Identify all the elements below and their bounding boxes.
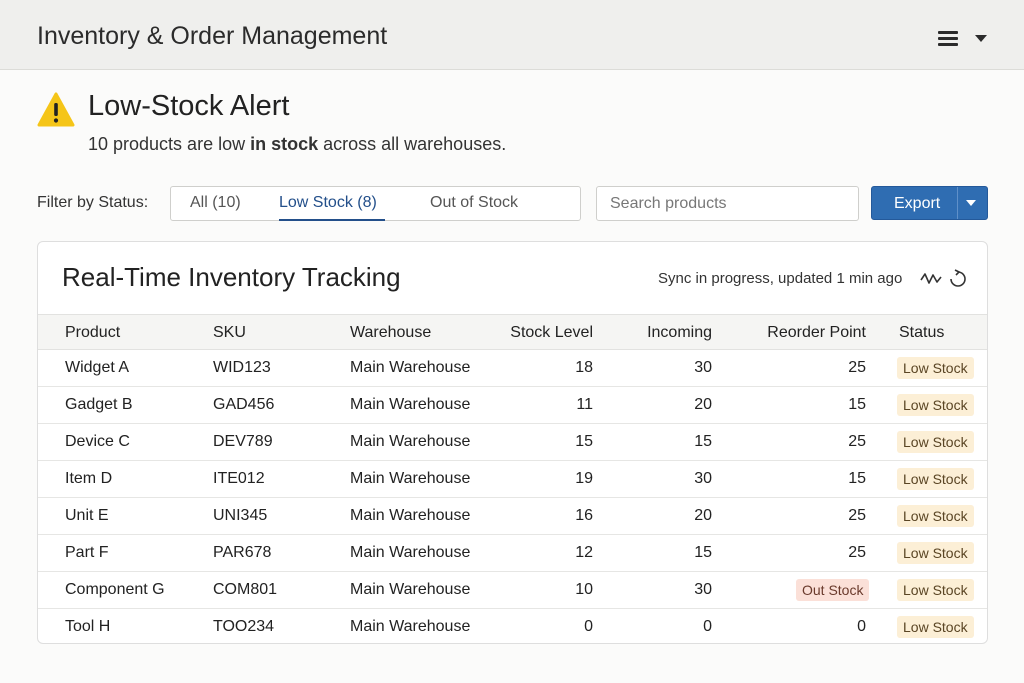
cell-warehouse: Main Warehouse: [350, 581, 471, 598]
card-title: Real-Time Inventory Tracking: [62, 262, 401, 292]
status-badge: Low Stock: [897, 468, 974, 490]
cell-sku: WID123: [213, 359, 271, 376]
col-header-stock-level[interactable]: Stock Level: [492, 324, 593, 342]
chevron-down-icon[interactable]: [966, 200, 976, 206]
status-badge: Low Stock: [897, 542, 974, 564]
cell-incoming: 30: [694, 359, 712, 376]
cell-sku: GAD456: [213, 396, 275, 413]
tab-out-of-stock[interactable]: Out of Stock: [430, 194, 518, 212]
table-row[interactable]: Tool H TOO234 Main Warehouse 0 0 0 Low S…: [38, 609, 987, 643]
cell-stock-level: 18: [575, 359, 593, 376]
cell-reorder-point: 25: [848, 507, 866, 524]
cell-product: Unit E: [65, 507, 109, 524]
cell-reorder-point: 25: [848, 359, 866, 376]
cell-warehouse: Main Warehouse: [350, 359, 471, 376]
cell-stock-level: 19: [575, 470, 593, 487]
col-header-incoming[interactable]: Incoming: [612, 324, 712, 342]
cell-product: Part F: [65, 544, 109, 561]
status-badge: Low Stock: [897, 431, 974, 453]
status-badge: Low Stock: [897, 579, 974, 601]
cell-product: Item D: [65, 470, 113, 487]
col-header-sku[interactable]: SKU: [213, 324, 246, 342]
cell-stock-level: 11: [576, 396, 593, 413]
reorder-out-stock-badge: Out Stock: [796, 579, 870, 601]
sync-activity-icon[interactable]: [920, 268, 966, 290]
top-bar: Inventory & Order Management: [0, 0, 1024, 70]
table-row[interactable]: Part F PAR678 Main Warehouse 12 15 25 Lo…: [38, 535, 987, 572]
cell-warehouse: Main Warehouse: [350, 470, 471, 487]
cell-product: Component G: [65, 581, 165, 598]
table-header: Product SKU Warehouse Stock Level Incomi…: [38, 314, 987, 350]
app-title: Inventory & Order Management: [37, 22, 388, 50]
table-row[interactable]: Gadget B GAD456 Main Warehouse 11 20 15 …: [38, 387, 987, 424]
cell-stock-level: 12: [575, 544, 593, 561]
alert-title: Low-Stock Alert: [88, 90, 290, 122]
cell-warehouse: Main Warehouse: [350, 396, 471, 413]
status-badge: Low Stock: [897, 505, 974, 527]
cell-stock-level: 0: [584, 618, 593, 635]
cell-sku: COM801: [213, 581, 278, 598]
inventory-card: Real-Time Inventory Tracking Sync in pro…: [37, 241, 988, 644]
cell-sku: PAR678: [213, 544, 272, 561]
cell-reorder-point: 25: [848, 433, 866, 450]
warning-triangle-icon: [37, 92, 75, 127]
sync-status: Sync in progress, updated 1 min ago: [658, 270, 903, 287]
cell-incoming: 20: [694, 507, 712, 524]
cell-warehouse: Main Warehouse: [350, 507, 471, 524]
cell-sku: ITE012: [213, 470, 265, 487]
col-header-reorder-point[interactable]: Reorder Point: [744, 324, 866, 342]
cell-reorder-point: 15: [848, 396, 866, 413]
cell-sku: TOO234: [213, 618, 275, 635]
status-badge: Low Stock: [897, 616, 974, 638]
cell-sku: DEV789: [213, 433, 273, 450]
filter-label: Filter by Status:: [37, 194, 149, 211]
table-row[interactable]: Component G COM801 Main Warehouse 10 30 …: [38, 572, 987, 609]
col-header-status[interactable]: Status: [899, 324, 944, 342]
export-button[interactable]: Export: [871, 186, 988, 220]
export-label: Export: [894, 195, 941, 212]
cell-product: Device C: [65, 433, 130, 450]
cell-reorder-point: 15: [848, 470, 866, 487]
tab-low-stock[interactable]: Low Stock (8): [279, 194, 377, 212]
status-badge: Low Stock: [897, 394, 974, 416]
cell-incoming: 0: [703, 618, 712, 635]
search-input[interactable]: [596, 186, 859, 221]
alert-message: 10 products are low in stock across all …: [88, 134, 507, 154]
status-badge: Low Stock: [897, 357, 974, 379]
active-tab-indicator: [279, 219, 385, 221]
cell-product: Widget A: [65, 359, 130, 376]
table-row[interactable]: Device C DEV789 Main Warehouse 15 15 25 …: [38, 424, 987, 461]
cell-reorder-point: 25: [848, 544, 866, 561]
status-filter-tabs: All (10) Low Stock (8) Out of Stock: [170, 186, 581, 221]
cell-stock-level: 15: [575, 433, 593, 450]
cell-reorder-point: 0: [857, 618, 866, 635]
cell-stock-level: 16: [575, 507, 593, 524]
table-row[interactable]: Item D ITE012 Main Warehouse 19 30 15 Lo…: [38, 461, 987, 498]
export-divider: [957, 187, 958, 219]
hamburger-menu-icon: [938, 31, 958, 46]
cell-incoming: 30: [694, 581, 712, 598]
cell-sku: UNI345: [213, 507, 268, 524]
chevron-down-icon: [975, 35, 987, 42]
menu-button[interactable]: [930, 24, 994, 52]
cell-incoming: 15: [694, 544, 712, 561]
cell-stock-level: 10: [575, 581, 593, 598]
cell-incoming: 20: [694, 396, 712, 413]
cell-product: Gadget B: [65, 396, 133, 413]
cell-warehouse: Main Warehouse: [350, 544, 471, 561]
table-row[interactable]: Widget A WID123 Main Warehouse 18 30 25 …: [38, 350, 987, 387]
cell-incoming: 30: [694, 470, 712, 487]
cell-incoming: 15: [694, 433, 712, 450]
col-header-product[interactable]: Product: [65, 324, 120, 342]
tab-all[interactable]: All (10): [190, 194, 241, 212]
table-row[interactable]: Unit E UNI345 Main Warehouse 16 20 25 Lo…: [38, 498, 987, 535]
cell-warehouse: Main Warehouse: [350, 618, 471, 635]
cell-warehouse: Main Warehouse: [350, 433, 471, 450]
cell-product: Tool H: [65, 618, 111, 635]
col-header-warehouse[interactable]: Warehouse: [350, 324, 431, 342]
